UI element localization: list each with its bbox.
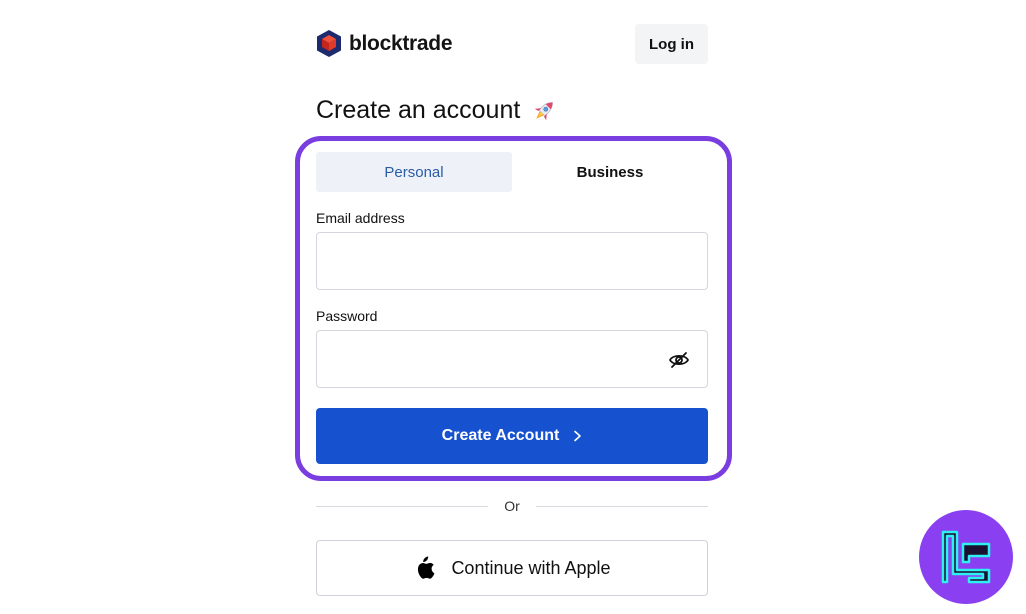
divider-line-right [535, 505, 708, 507]
brand-name: blocktrade [349, 31, 453, 55]
chevron-right-icon [574, 430, 582, 442]
create-account-label: Create Account [441, 427, 560, 444]
rocket-icon [535, 101, 554, 120]
toggle-password-visibility-button[interactable] [666, 348, 692, 372]
apple-icon [418, 556, 435, 579]
password-label: Password [316, 308, 378, 324]
email-label: Email address [316, 210, 405, 226]
divider-line-left [316, 505, 489, 507]
apple-button-label: Continue with Apple [451, 557, 611, 578]
signup-page: blocktrade Log in Create an account Pers… [0, 0, 1026, 614]
or-text: Or [504, 498, 520, 514]
tab-personal[interactable]: Personal [316, 152, 512, 192]
eye-slash-icon [668, 352, 690, 368]
brand-logo[interactable]: blocktrade [316, 29, 453, 58]
blocktrade-cube-icon [317, 30, 341, 57]
password-field[interactable] [316, 330, 708, 388]
create-account-button[interactable]: Create Account [316, 408, 708, 464]
page-title: Create an account [316, 96, 558, 125]
login-button[interactable]: Log in [635, 24, 708, 64]
tab-business[interactable]: Business [512, 152, 708, 192]
or-divider: Or [316, 497, 708, 515]
account-type-tabs: Personal Business [316, 152, 708, 192]
watermark-logo-icon [919, 510, 1013, 604]
email-field[interactable] [316, 232, 708, 290]
continue-with-apple-button[interactable]: Continue with Apple [316, 540, 708, 596]
page-title-text: Create an account [316, 96, 521, 124]
